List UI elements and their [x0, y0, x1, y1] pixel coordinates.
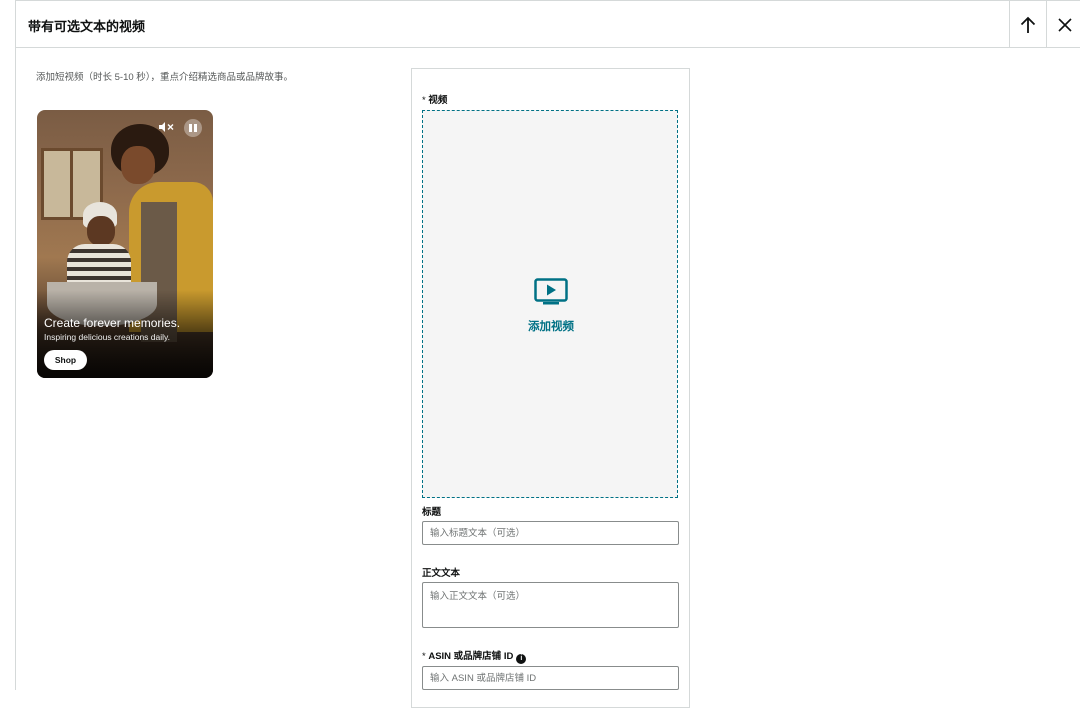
pause-icon[interactable]	[184, 119, 202, 137]
mute-icon[interactable]	[158, 121, 176, 133]
module-title: 带有可选文本的视频	[28, 19, 146, 34]
close-icon	[1058, 17, 1072, 32]
preview-headline: Create forever memories.	[44, 316, 181, 330]
preview-shop-button[interactable]: Shop	[44, 350, 87, 370]
info-icon[interactable]: i	[516, 654, 527, 664]
title-label: 标题	[422, 507, 442, 518]
body-text-input[interactable]	[422, 582, 679, 628]
preview-subtext: Inspiring delicious creations daily.	[44, 332, 170, 342]
move-up-button[interactable]	[1009, 1, 1046, 48]
arrow-up-icon	[1020, 16, 1036, 33]
body-text-label: 正文文本	[422, 568, 461, 579]
title-input[interactable]	[422, 521, 679, 545]
module-description: 添加短视频（时长 5-10 秒），重点介绍精选商品或品牌故事。	[36, 72, 294, 83]
video-preview: Create forever memories. Inspiring delic…	[37, 110, 213, 378]
add-video-dropzone[interactable]: 添加视频	[422, 110, 678, 498]
module-header: 带有可选文本的视频	[16, 0, 1080, 48]
add-video-label: 添加视频	[528, 321, 574, 333]
asin-label: * ASIN 或品牌店铺 ID i	[422, 648, 527, 664]
page-gutter	[0, 0, 15, 690]
video-play-icon	[534, 278, 568, 305]
video-module-panel: 带有可选文本的视频 添加短视频（时长 5-10 秒），重点介绍精选商品或品牌故事…	[15, 0, 1080, 708]
asin-input[interactable]	[422, 666, 679, 690]
video-label: * 视频	[422, 95, 448, 106]
close-button[interactable]	[1046, 1, 1080, 48]
video-form-card: * 视频 添加视频 标题 正文文本 * ASIN 或品牌店铺 IDi	[411, 68, 690, 708]
